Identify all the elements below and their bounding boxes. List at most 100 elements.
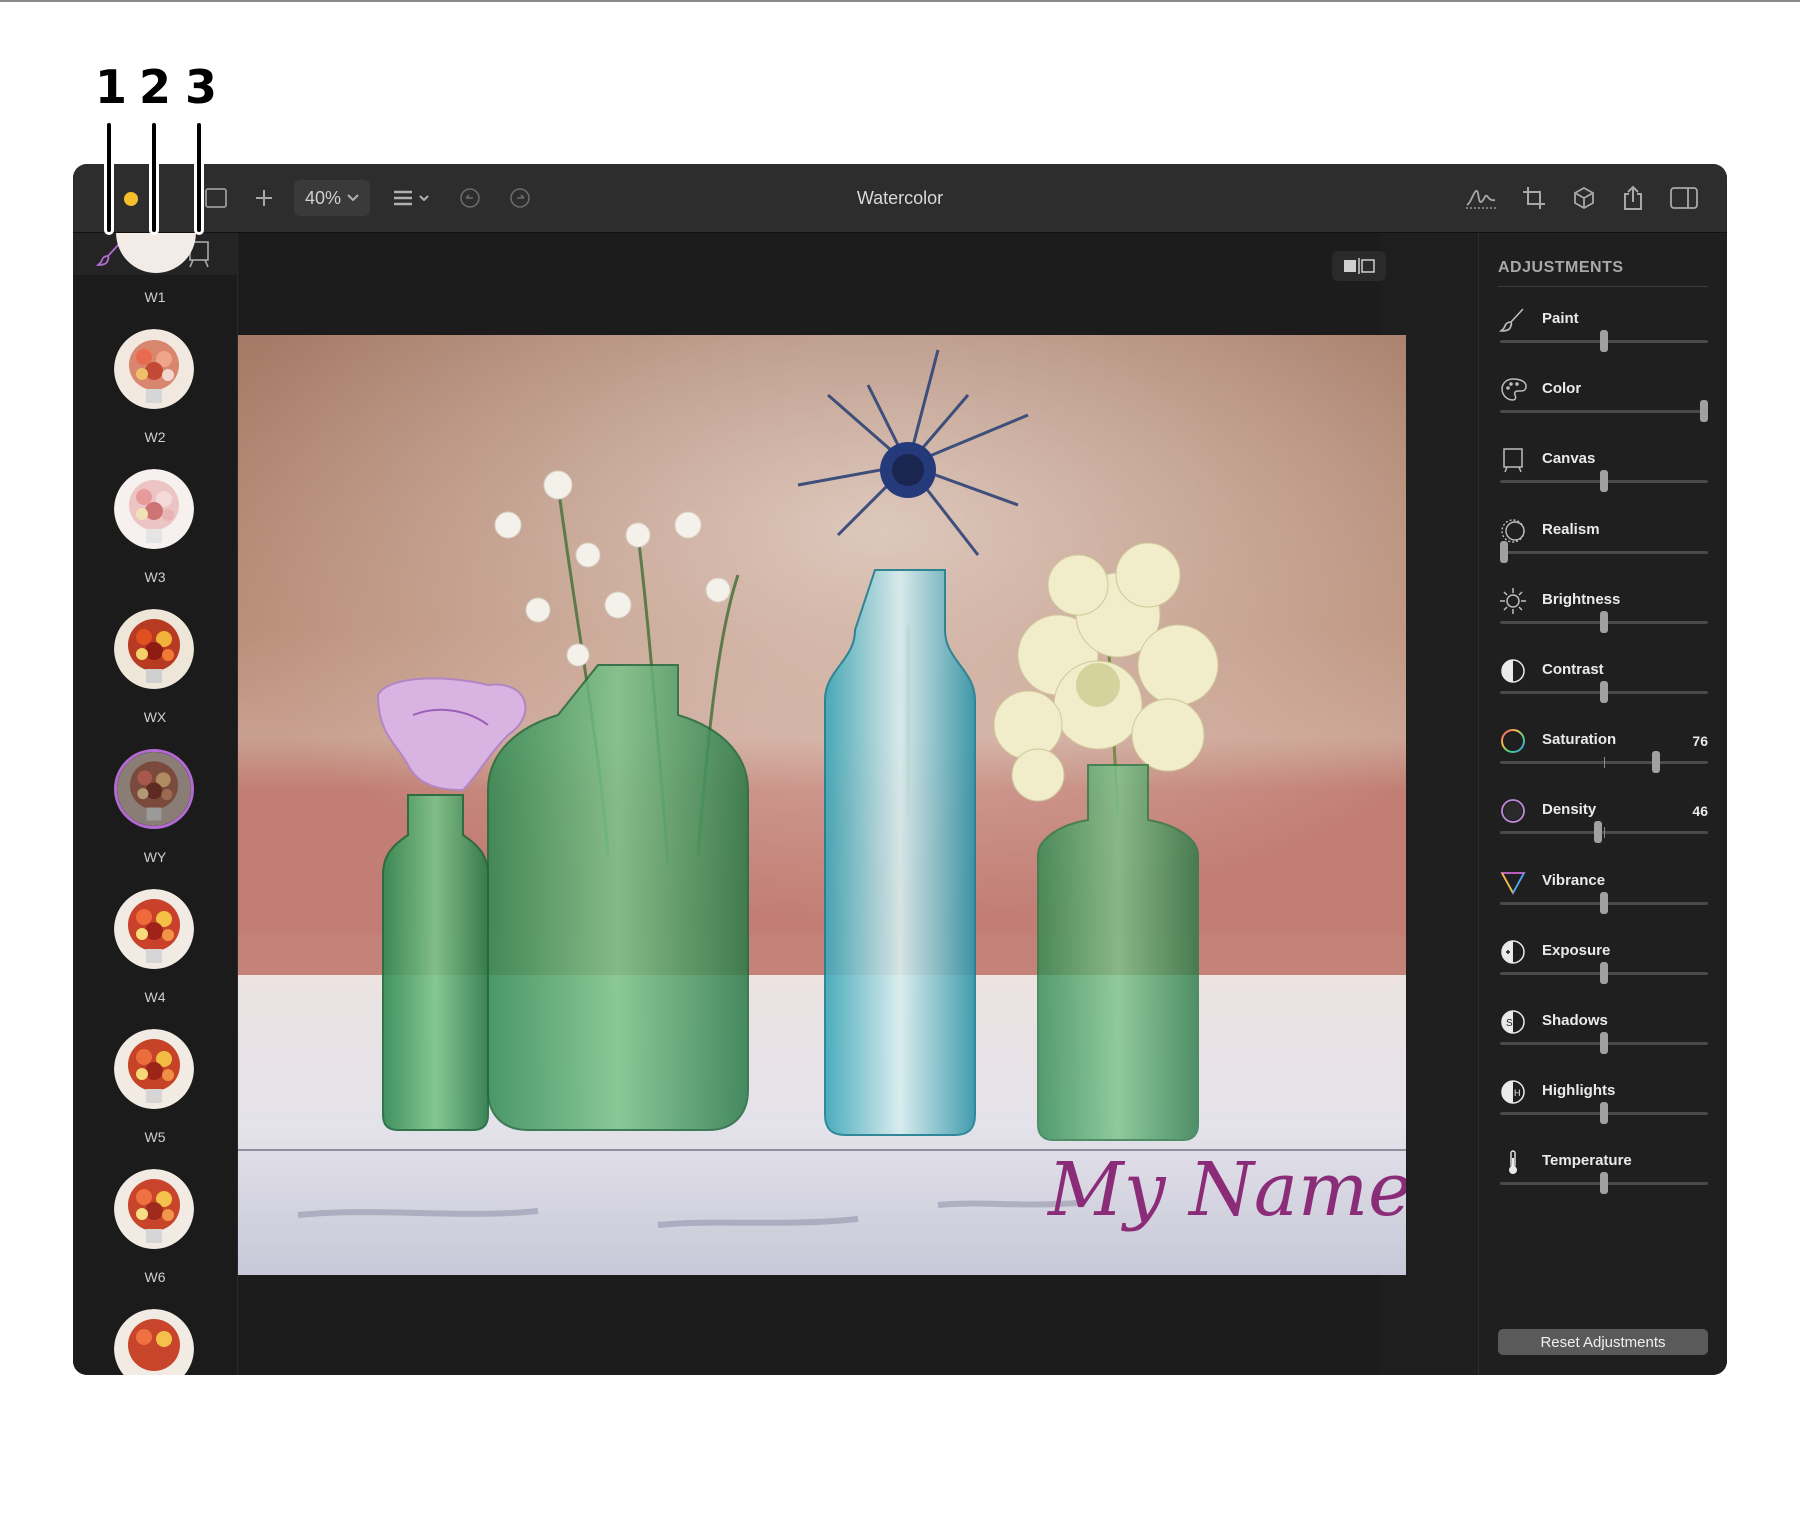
preset-thumbnail-wx[interactable] (114, 609, 194, 689)
adjustment-label: Temperature (1542, 1152, 1632, 1170)
flower-bouquet-image (114, 1029, 194, 1109)
slider-knob[interactable] (1600, 681, 1608, 703)
slider-track[interactable] (1500, 891, 1708, 914)
compare-view-button[interactable] (1332, 251, 1386, 281)
slider-knob[interactable] (1600, 330, 1608, 352)
highlights-icon: H (1499, 1078, 1527, 1106)
preset-label: W6 (144, 1269, 166, 1285)
slider-track[interactable] (1500, 681, 1708, 703)
callout-bar-2 (149, 120, 159, 235)
flower-bouquet-image (114, 469, 194, 549)
slider-track[interactable] (1500, 1172, 1708, 1195)
reset-adjustments-button[interactable]: Reset Adjustments (1498, 1329, 1708, 1355)
adjustment-label: Shadows (1542, 1012, 1608, 1029)
slider-track[interactable] (1500, 610, 1708, 633)
slider-track[interactable] (1500, 961, 1708, 984)
slider-track[interactable] (1500, 821, 1708, 844)
slider-track[interactable] (1500, 400, 1708, 423)
adjustment-contrast: Contrast (1479, 648, 1727, 718)
slider-knob[interactable] (1600, 610, 1608, 633)
adjustment-label: Canvas (1542, 450, 1596, 468)
crop-icon[interactable] (1519, 180, 1549, 216)
preset-thumbnail[interactable] (114, 1309, 194, 1375)
preset-thumbnail-w6[interactable] (114, 1169, 194, 1249)
exposure-icon (1499, 938, 1527, 966)
callout-bar-1 (104, 120, 114, 235)
slider-knob[interactable] (1652, 751, 1660, 774)
vibrance-icon (1499, 868, 1527, 896)
adjustment-paint: Paint (1479, 297, 1727, 367)
preset-label: W3 (144, 569, 166, 585)
adjustment-value: 46 (1692, 803, 1708, 820)
callout-3: 3 (185, 60, 218, 114)
flower-bouquet-image (114, 1309, 194, 1375)
app-window: 40% Watercolor W1 W2 W3 WX WY W4 W5 W6 M… (73, 164, 1727, 1375)
adjustment-canvas: Canvas (1479, 437, 1727, 507)
preset-thumbnail-w4[interactable] (114, 889, 194, 969)
preset-label: W1 (144, 289, 166, 305)
adjustment-value: 76 (1692, 733, 1708, 750)
adjustments-panel: ADJUSTMENTS Paint Color Canvas Realism Brigh… (1478, 233, 1727, 1375)
slider-default-tick (1604, 827, 1605, 839)
adjustment-vibrance: Vibrance (1479, 859, 1727, 929)
slider-track[interactable] (1500, 751, 1708, 774)
slider-knob[interactable] (1600, 961, 1608, 984)
slider-track[interactable] (1500, 540, 1708, 563)
flower-bouquet-image (114, 889, 194, 969)
svg-text:H: H (1514, 1088, 1521, 1098)
toolbar: 40% Watercolor (73, 164, 1727, 233)
flower-bouquet-image (114, 1169, 194, 1249)
divider (1498, 286, 1708, 287)
adjustment-label: Brightness (1542, 590, 1621, 608)
signature-icon[interactable] (1463, 180, 1499, 216)
adjustment-exposure: Exposure (1479, 929, 1727, 999)
preset-label: W2 (144, 429, 166, 445)
slider-knob[interactable] (1600, 470, 1608, 493)
signature-text: My Name (1046, 1147, 1406, 1233)
adjustment-label: Vibrance (1542, 871, 1606, 889)
adjustment-shadows: S Shadows (1479, 999, 1727, 1069)
slider-default-tick (1604, 757, 1605, 769)
brush-icon (1499, 306, 1527, 334)
preset-label: W5 (144, 1129, 166, 1145)
slider-knob[interactable] (1600, 1172, 1608, 1195)
adjustment-saturation: Saturation 76 (1479, 718, 1727, 788)
slider-knob[interactable] (1600, 1102, 1608, 1125)
saturation-icon (1499, 727, 1527, 755)
watercolor-painting[interactable]: My Name (238, 335, 1406, 1275)
slider-track[interactable] (1500, 1032, 1708, 1054)
slider-track[interactable] (1500, 1102, 1708, 1125)
preset-thumbnail-wy-selected[interactable] (114, 749, 194, 829)
shadows-icon: S (1499, 1008, 1527, 1036)
adjustment-label: Color (1542, 380, 1582, 398)
slider-knob[interactable] (1600, 1032, 1608, 1054)
slider-knob[interactable] (1600, 891, 1608, 914)
adjustment-label: Saturation (1542, 731, 1617, 749)
share-icon[interactable] (1618, 180, 1648, 216)
callout-2: 2 (139, 60, 172, 114)
callout-1: 1 (95, 60, 128, 114)
preset-label: WX (143, 709, 167, 725)
flower-bouquet-image (114, 329, 194, 409)
slider-track[interactable] (1500, 470, 1708, 493)
slider-track[interactable] (1500, 330, 1708, 352)
slider-knob[interactable] (1500, 540, 1508, 563)
palette-icon (1499, 376, 1527, 404)
thermometer-icon (1499, 1148, 1527, 1176)
preset-label: W4 (144, 989, 166, 1005)
panel-heading: ADJUSTMENTS (1498, 259, 1624, 276)
adjustment-list: Paint Color Canvas Realism Brightness Contras… (1479, 289, 1727, 1207)
preset-thumbnail-w3[interactable] (114, 469, 194, 549)
preset-thumbnail-w2[interactable] (114, 329, 194, 409)
canvas-area: My Name (238, 233, 1406, 1375)
cube-icon[interactable] (1569, 180, 1599, 216)
slider-knob[interactable] (1593, 821, 1602, 844)
contrast-icon (1499, 657, 1527, 685)
inspector-toggle-icon[interactable] (1667, 180, 1701, 216)
slider-knob[interactable] (1700, 400, 1708, 423)
adjustment-highlights: H Highlights (1479, 1069, 1727, 1139)
flower-bouquet-image (114, 609, 194, 689)
adjustment-label: Density (1542, 801, 1597, 819)
split-view-icon (1344, 258, 1375, 274)
preset-thumbnail-w5[interactable] (114, 1029, 194, 1109)
